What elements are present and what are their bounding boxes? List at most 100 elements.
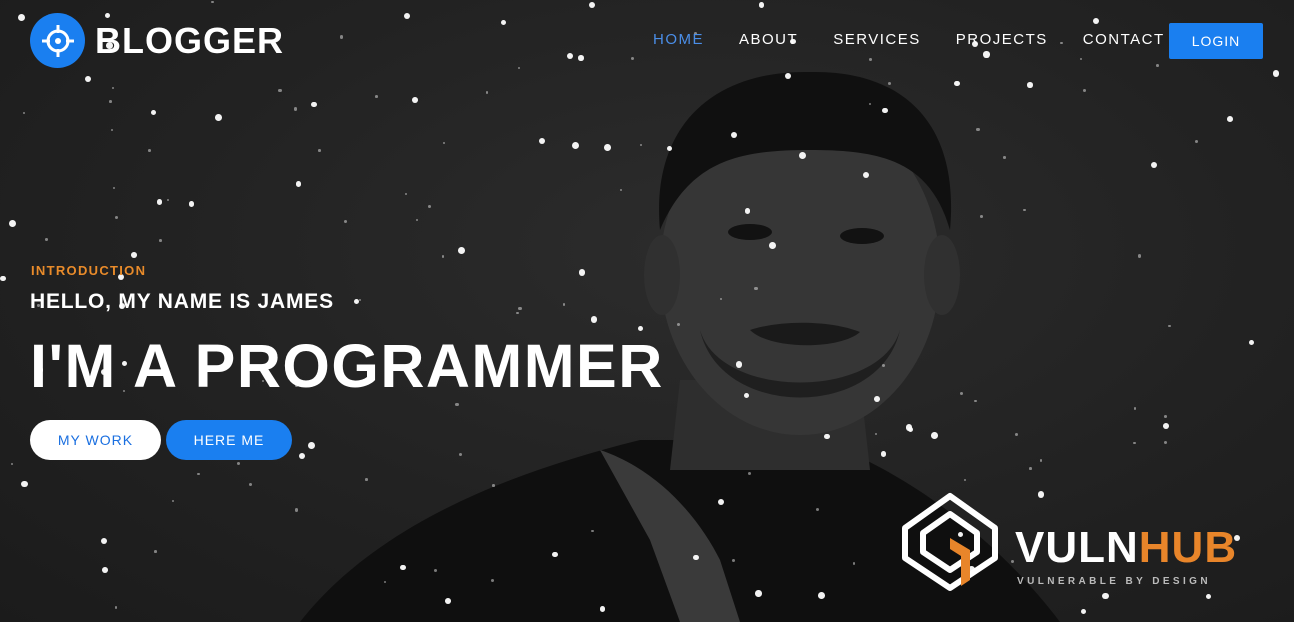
nav-home[interactable]: HOME bbox=[653, 30, 704, 50]
snow-particle bbox=[887, 81, 891, 85]
snow-particle bbox=[743, 392, 749, 398]
vulnhub-word-hub: HUB bbox=[1138, 523, 1238, 572]
snow-particle bbox=[959, 391, 963, 396]
snow-particle bbox=[485, 91, 489, 94]
snow-particle bbox=[1227, 115, 1233, 122]
snow-particle bbox=[818, 592, 826, 599]
snow-particle bbox=[862, 171, 869, 178]
snow-particle bbox=[154, 550, 158, 553]
snow-particle bbox=[882, 108, 888, 114]
snow-particle bbox=[1082, 89, 1086, 93]
nav-contact[interactable]: CONTACT bbox=[1083, 30, 1165, 50]
snow-particle bbox=[455, 402, 459, 407]
snow-particle bbox=[516, 312, 519, 315]
snow-particle bbox=[159, 238, 162, 242]
snow-particle bbox=[1027, 82, 1033, 88]
snow-particle bbox=[365, 478, 368, 481]
snow-particle bbox=[693, 554, 699, 561]
brand-name: BLOGGER bbox=[95, 19, 285, 61]
snow-particle bbox=[717, 498, 724, 506]
snow-particle bbox=[428, 205, 432, 209]
snow-particle bbox=[748, 471, 752, 475]
snow-particle bbox=[974, 399, 977, 403]
snow-particle bbox=[735, 361, 743, 368]
snow-particle bbox=[875, 432, 878, 436]
brand-logo[interactable]: BLOGGER bbox=[30, 13, 284, 68]
snow-particle bbox=[412, 97, 418, 104]
snow-particle bbox=[458, 452, 462, 456]
snow-particle bbox=[906, 424, 913, 431]
snow-particle bbox=[374, 95, 378, 99]
nav-services[interactable]: SERVICES bbox=[833, 30, 921, 50]
snow-particle bbox=[1080, 608, 1086, 614]
vulnhub-wordmark: VULNHUB bbox=[1015, 526, 1237, 570]
snow-particle bbox=[815, 507, 820, 512]
snow-particle bbox=[1163, 441, 1167, 445]
here-me-button[interactable]: HERE ME bbox=[166, 420, 292, 460]
snow-particle bbox=[1003, 156, 1006, 159]
snow-particle bbox=[113, 186, 116, 189]
snow-particle bbox=[344, 219, 347, 223]
my-work-button[interactable]: MY WORK bbox=[30, 420, 161, 460]
snow-particle bbox=[954, 80, 960, 87]
snow-particle bbox=[405, 192, 408, 195]
snow-particle bbox=[278, 89, 282, 93]
snow-particle bbox=[1014, 433, 1018, 437]
snow-particle bbox=[1029, 467, 1032, 470]
snow-particle bbox=[383, 580, 387, 584]
vulnhub-tagline: VULNERABLE BY DESIGN bbox=[1017, 576, 1211, 587]
snow-particle bbox=[538, 137, 545, 144]
hero-headline: I'M A PROGRAMMER bbox=[30, 332, 664, 400]
snow-particle bbox=[156, 199, 163, 205]
snow-particle bbox=[1133, 407, 1137, 410]
snow-particle bbox=[358, 298, 362, 301]
snow-particle bbox=[1163, 422, 1170, 429]
snow-particle bbox=[114, 215, 119, 220]
navbar: BLOGGER HOME ABOUT SERVICES PROJECTS CON… bbox=[0, 0, 1294, 80]
snow-particle bbox=[572, 142, 580, 150]
snow-particle bbox=[433, 569, 437, 573]
snow-particle bbox=[23, 111, 26, 114]
snow-particle bbox=[604, 144, 612, 152]
snow-particle bbox=[166, 199, 169, 202]
snow-particle bbox=[1040, 459, 1043, 462]
snow-particle bbox=[719, 298, 722, 301]
snow-particle bbox=[1168, 325, 1171, 328]
greeting-text: HELLO, MY NAME IS JAMES bbox=[30, 290, 334, 313]
snow-particle bbox=[769, 241, 777, 249]
snow-particle bbox=[151, 109, 157, 115]
nav-menu: HOME ABOUT SERVICES PROJECTS CONTACT bbox=[653, 30, 1200, 50]
snow-particle bbox=[171, 499, 174, 502]
snow-particle bbox=[562, 303, 566, 306]
snow-particle bbox=[294, 107, 298, 111]
snow-particle bbox=[8, 220, 16, 228]
snow-particle bbox=[980, 214, 984, 218]
snow-particle bbox=[637, 325, 644, 332]
nav-about[interactable]: ABOUT bbox=[739, 30, 798, 50]
snow-particle bbox=[400, 564, 406, 571]
snow-particle bbox=[311, 101, 317, 108]
snow-particle bbox=[640, 143, 643, 146]
snow-particle bbox=[1133, 441, 1136, 445]
snow-particle bbox=[295, 181, 302, 187]
snow-particle bbox=[619, 189, 623, 192]
snow-particle bbox=[21, 481, 28, 488]
snow-particle bbox=[415, 218, 418, 221]
snow-particle bbox=[0, 275, 6, 282]
vulnhub-watermark: VULNHUB VULNERABLE BY DESIGN bbox=[895, 488, 1280, 598]
snow-particle bbox=[754, 287, 758, 291]
intro-label: INTRODUCTION bbox=[31, 263, 147, 278]
nav-projects[interactable]: PROJECTS bbox=[956, 30, 1048, 50]
snow-particle bbox=[110, 128, 114, 132]
snow-particle bbox=[102, 566, 108, 573]
snow-particle bbox=[492, 483, 495, 487]
snow-particle bbox=[1163, 414, 1167, 418]
snow-particle bbox=[552, 551, 558, 558]
snow-particle bbox=[578, 268, 586, 276]
vulnhub-word-vuln: VULN bbox=[1015, 523, 1139, 572]
login-button[interactable]: LOGIN bbox=[1169, 23, 1263, 59]
snow-particle bbox=[197, 472, 200, 476]
hero-buttons: MY WORK HERE ME bbox=[30, 420, 292, 460]
snow-particle bbox=[976, 127, 980, 132]
snow-particle bbox=[298, 452, 306, 460]
